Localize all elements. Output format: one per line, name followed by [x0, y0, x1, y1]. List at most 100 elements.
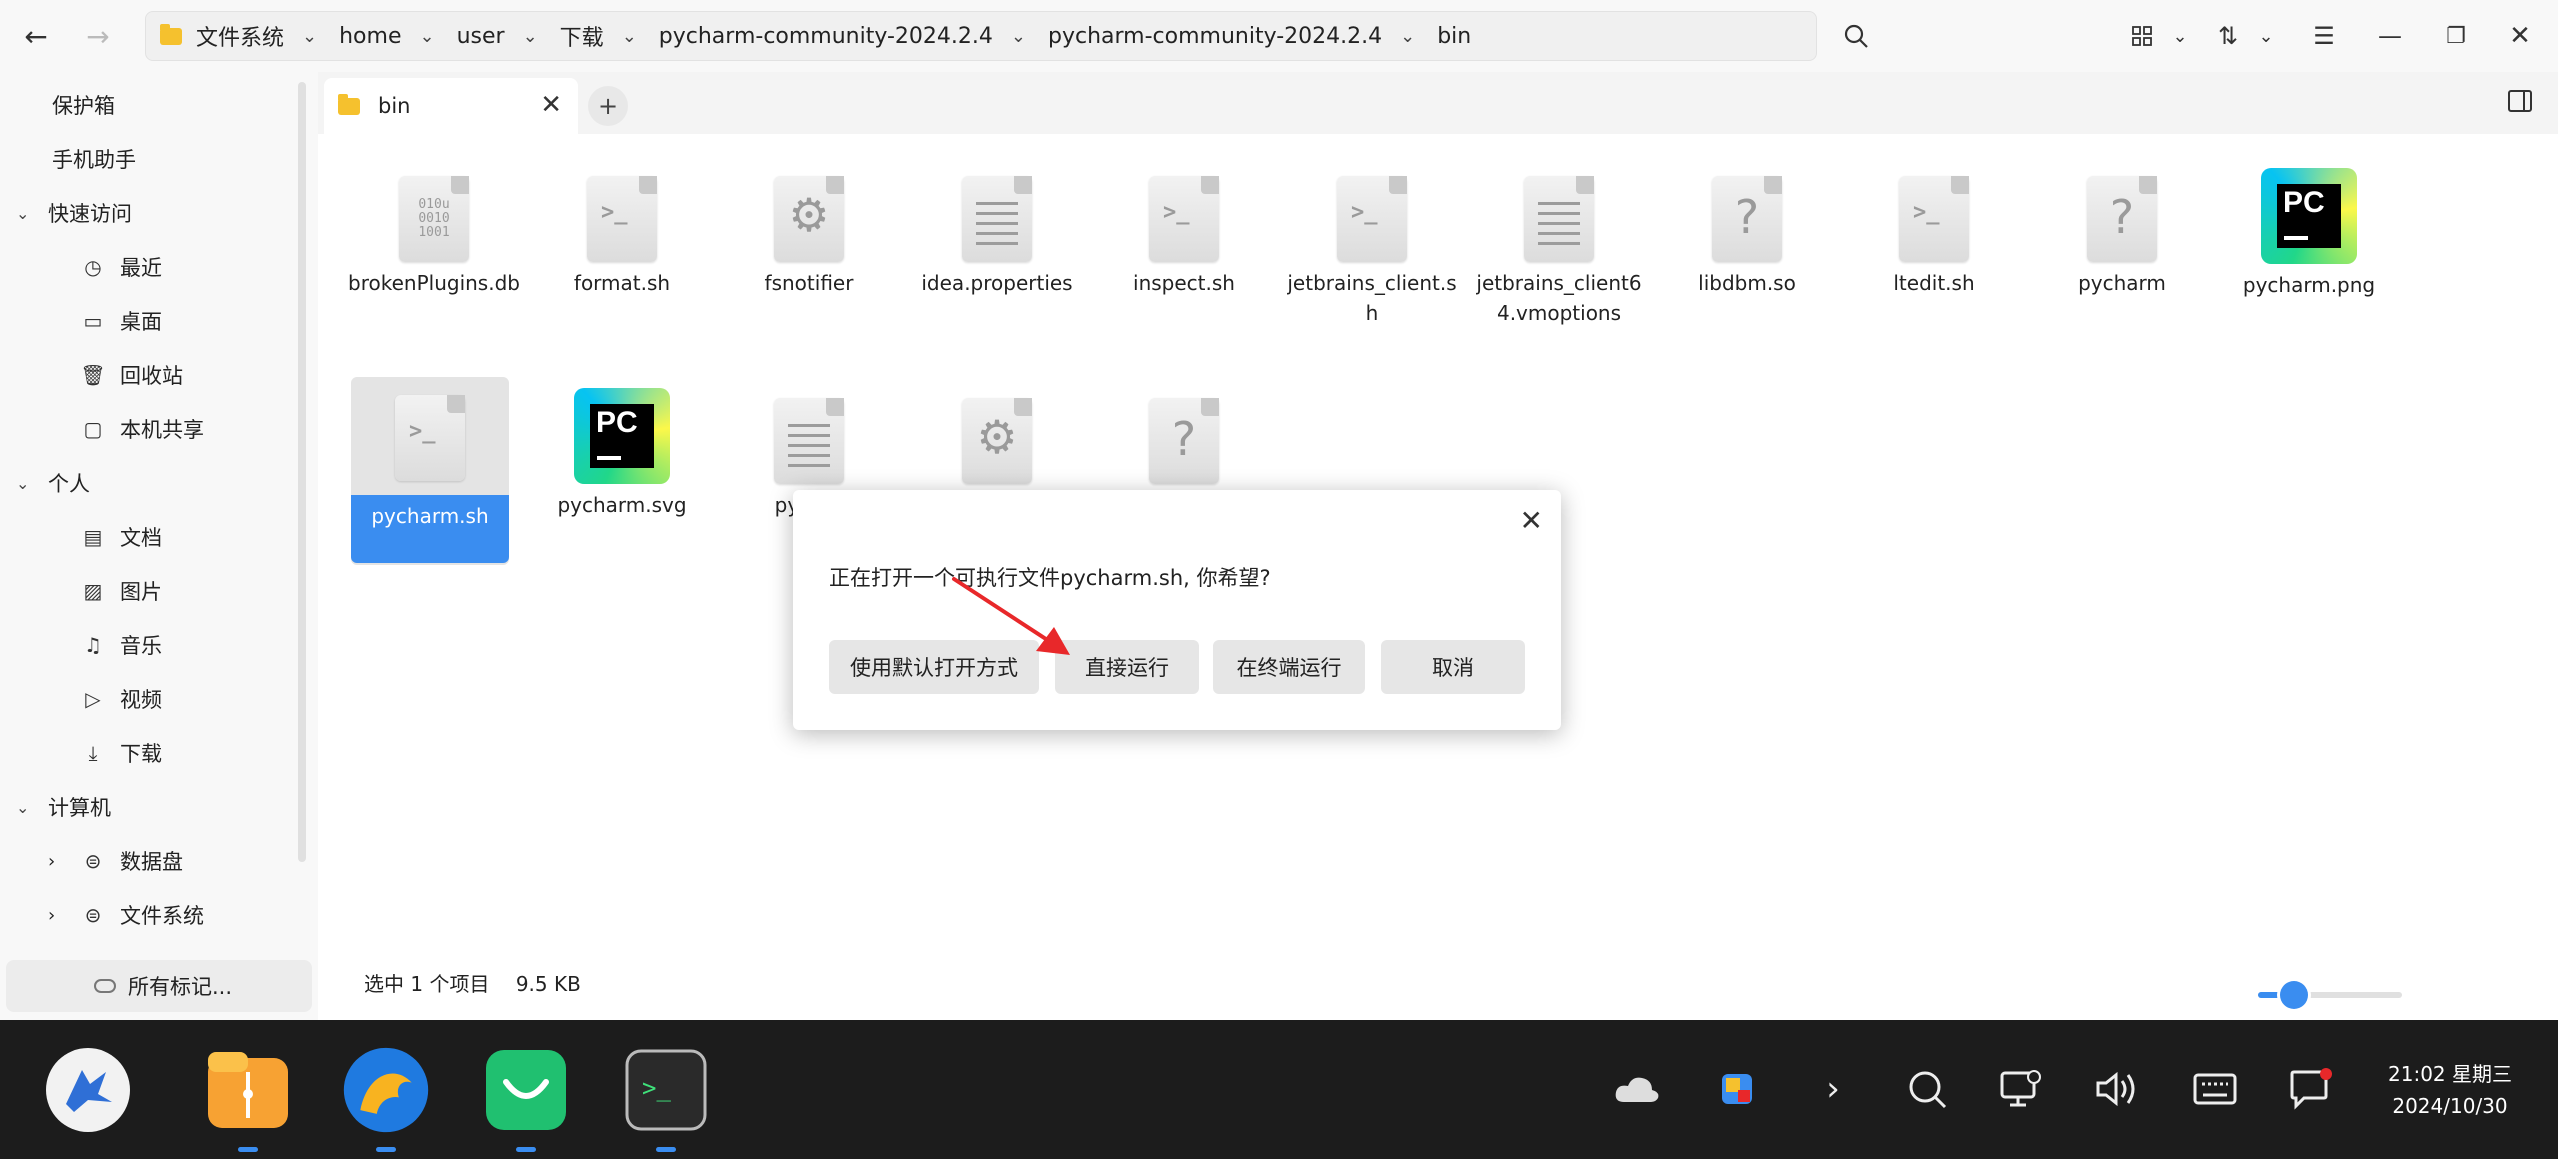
sidebar-item-downloads[interactable]: ⤓ 下载	[80, 728, 162, 778]
minimize-icon[interactable]: —	[2370, 14, 2410, 58]
dock-app-terminal[interactable]: >_	[622, 1046, 710, 1152]
system-clock[interactable]: 21:02 星期三 2024/10/30	[2380, 1058, 2520, 1122]
sidebar-item-trash[interactable]: 🗑 回收站	[80, 350, 183, 400]
running-indicator	[376, 1147, 396, 1152]
svg-text:>_: >_	[642, 1074, 671, 1102]
detail-panel-icon[interactable]	[2508, 90, 2532, 112]
search-icon[interactable]	[1902, 1064, 1952, 1114]
file-item-selected[interactable]: >_ pycharm.sh	[351, 377, 509, 565]
breadcrumb-item-pycharm-outer[interactable]: pycharm-community-2024.2.4 ⌄	[659, 24, 1026, 49]
sidebar-group-personal[interactable]: ⌄ 个人	[16, 458, 90, 508]
chevron-down-icon[interactable]: ⌄	[16, 204, 38, 223]
breadcrumb-item-downloads[interactable]: 下载 ⌄	[560, 20, 637, 52]
close-icon[interactable]: ✕	[540, 90, 562, 120]
sidebar-item-vault[interactable]: 保护箱	[52, 80, 115, 130]
launcher-button[interactable]	[44, 1046, 132, 1134]
file-item[interactable]: >_ ltedit.sh	[1840, 172, 2028, 298]
folder-icon	[338, 93, 360, 115]
chevron-right-icon[interactable]: ›	[48, 905, 70, 926]
clock-icon: ◷	[84, 255, 102, 279]
sidebar-item-local-share[interactable]: ▢ 本机共享	[80, 404, 204, 454]
file-item[interactable]: ? pycharm	[2028, 172, 2216, 298]
tray-app-icon[interactable]	[1712, 1064, 1762, 1114]
breadcrumb-item-home[interactable]: home ⌄	[339, 24, 434, 49]
chevron-down-icon[interactable]: ⌄	[2160, 14, 2200, 58]
sidebar-scrollbar[interactable]	[298, 82, 306, 862]
sidebar-item-pictures[interactable]: ▨ 图片	[80, 566, 162, 616]
sidebar-item-music[interactable]: ♫ 音乐	[80, 620, 162, 670]
sidebar-item-desktop[interactable]: ▭ 桌面	[80, 296, 162, 346]
sort-icon[interactable]: ⇅	[2208, 14, 2248, 58]
sidebar-item-phone-assistant[interactable]: 手机助手	[52, 134, 136, 184]
file-item[interactable]: ? libdbm.so	[1653, 172, 1841, 298]
sidebar-group-quick-access[interactable]: ⌄ 快速访问	[16, 188, 132, 238]
maximize-icon[interactable]: ❐	[2436, 14, 2476, 58]
breadcrumb[interactable]: 文件系统 ⌄ home ⌄ user ⌄ 下载 ⌄ pycharm-commun…	[145, 11, 1817, 61]
cancel-button[interactable]: 取消	[1381, 640, 1525, 694]
chevron-down-icon[interactable]: ⌄	[419, 26, 434, 47]
terminal-icon: >_	[625, 1049, 707, 1131]
file-item[interactable]: 010u 0010 1001 brokenPlugins.db	[340, 172, 528, 298]
all-tags-button[interactable]: 所有标记...	[6, 960, 312, 1012]
dock-app-browser[interactable]	[342, 1046, 430, 1152]
volume-icon[interactable]	[2092, 1064, 2142, 1114]
search-icon[interactable]	[1836, 14, 1876, 58]
file-item[interactable]: ?	[1090, 394, 1278, 484]
zoom-slider[interactable]	[2258, 981, 2402, 1009]
chevron-down-icon[interactable]: ⌄	[523, 26, 538, 47]
cloud-icon[interactable]	[1612, 1064, 1662, 1114]
run-in-terminal-button[interactable]: 在终端运行	[1213, 640, 1365, 694]
chevron-down-icon[interactable]: ⌄	[302, 26, 317, 47]
tab-bin[interactable]: bin ✕	[324, 78, 578, 134]
file-item[interactable]: ⚙	[903, 394, 1091, 484]
text-file-icon	[1524, 176, 1594, 262]
breadcrumb-item-filesystem[interactable]: 文件系统 ⌄	[160, 20, 317, 52]
zoom-slider-handle[interactable]	[2280, 981, 2308, 1009]
breadcrumb-item-user[interactable]: user ⌄	[457, 24, 538, 49]
sidebar-item-documents[interactable]: ▤ 文档	[80, 512, 162, 562]
close-window-icon[interactable]: ✕	[2500, 14, 2540, 58]
chevron-down-icon[interactable]: ⌄	[1400, 26, 1415, 47]
chevron-down-icon[interactable]: ⌄	[1011, 26, 1026, 47]
forward-arrow-icon[interactable]: →	[76, 14, 120, 58]
chevron-down-icon[interactable]: ⌄	[16, 474, 38, 493]
tag-icon	[94, 979, 116, 993]
running-indicator	[656, 1147, 676, 1152]
shell-script-icon: >_	[1899, 176, 1969, 262]
breadcrumb-item-pycharm-inner[interactable]: pycharm-community-2024.2.4 ⌄	[1048, 24, 1415, 49]
executable-gear-icon: ⚙	[962, 398, 1032, 484]
file-item[interactable]: PC pycharm.png	[2215, 168, 2403, 300]
back-arrow-icon[interactable]: ←	[14, 14, 58, 58]
file-item[interactable]: >_ inspect.sh	[1090, 172, 1278, 298]
keyboard-icon[interactable]	[2190, 1064, 2240, 1114]
icon-view-grid-icon[interactable]	[2122, 14, 2162, 58]
file-item[interactable]: jetbrains_client64.vmoptions	[1465, 172, 1653, 328]
file-item[interactable]: >_ jetbrains_client.sh	[1278, 172, 1466, 328]
sidebar-item-data-disk[interactable]: › ⊜ 数据盘	[48, 836, 183, 886]
unknown-file-icon: ?	[1712, 176, 1782, 262]
add-tab-button[interactable]: +	[588, 86, 628, 126]
screen-settings-icon[interactable]	[1996, 1064, 2046, 1114]
sidebar-item-recent[interactable]: ◷ 最近	[80, 242, 162, 292]
file-item[interactable]: idea.properties	[903, 172, 1091, 298]
folder-icon	[160, 23, 182, 45]
file-item[interactable]: ⚙ fsnotifier	[715, 172, 903, 298]
dock-app-store[interactable]	[482, 1046, 570, 1152]
sidebar-item-videos[interactable]: ▷ 视频	[80, 674, 162, 724]
menu-icon[interactable]: ☰	[2304, 14, 2344, 58]
sidebar-item-file-system[interactable]: › ⊜ 文件系统	[48, 890, 204, 940]
disk-icon: ⊜	[84, 903, 102, 927]
file-item[interactable]: >_ format.sh	[528, 172, 716, 298]
notification-icon[interactable]	[2286, 1064, 2336, 1114]
close-icon[interactable]: ✕	[1520, 504, 1543, 537]
chevron-down-icon[interactable]: ⌄	[16, 798, 38, 817]
sidebar-group-computer[interactable]: ⌄ 计算机	[16, 782, 111, 832]
chevron-down-icon[interactable]: ⌄	[622, 26, 637, 47]
chevron-right-icon[interactable]: ›	[48, 851, 70, 872]
file-item[interactable]: PC pycharm.svg	[528, 388, 716, 520]
image-icon: ▨	[83, 579, 103, 603]
breadcrumb-item-bin[interactable]: bin	[1437, 24, 1471, 49]
chevron-down-icon[interactable]: ⌄	[2246, 14, 2286, 58]
dock-app-file-manager[interactable]	[204, 1046, 292, 1152]
chevron-right-icon[interactable]: ›	[1808, 1064, 1858, 1114]
